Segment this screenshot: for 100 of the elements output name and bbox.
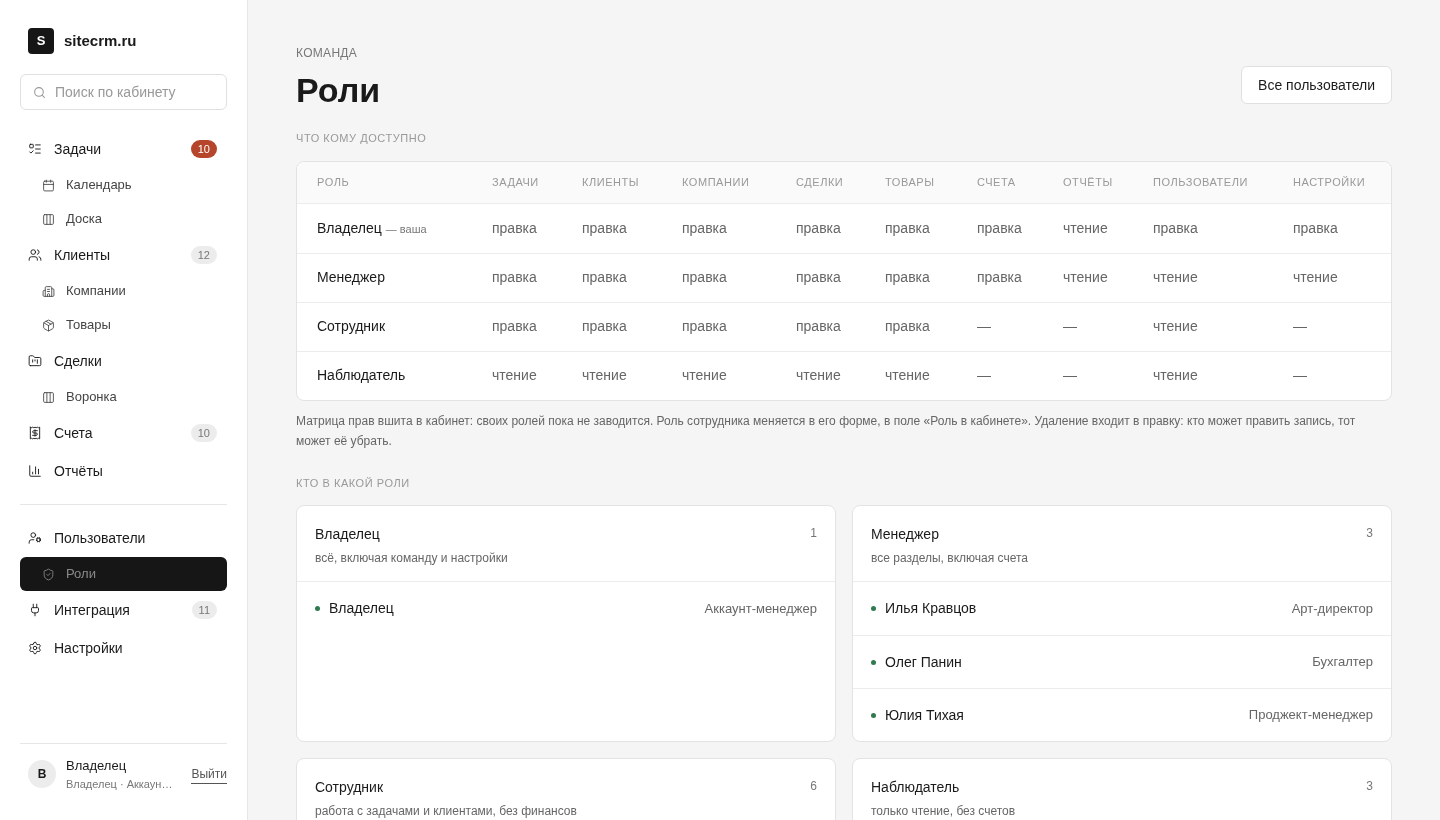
member-name: Владелец [329, 599, 395, 618]
member-name: Илья Кравцов [885, 599, 978, 618]
role-name: Менеджер [317, 268, 385, 287]
count-badge: 11 [191, 601, 217, 619]
access-cell-text: правка [682, 218, 728, 238]
access-cell-text: — [977, 366, 992, 385]
access-cell-text: чтение [1153, 366, 1199, 385]
calendar-icon [42, 178, 55, 192]
building-icon [42, 284, 55, 298]
access-cell-text: чтение [1063, 218, 1109, 238]
plug-icon [28, 603, 42, 617]
card-title: Наблюдатель [871, 778, 961, 797]
section-caption: КТО В КАКОЙ РОЛИ [296, 475, 411, 491]
access-cell-text: чтение [1063, 268, 1109, 287]
access-cell-text: правка [492, 218, 538, 238]
access-cell-text: правка [885, 317, 931, 336]
column-header: КОМПАНИИ [682, 174, 751, 190]
user-role: Владелец · Аккаун… [66, 776, 174, 792]
sidebar-item[interactable]: Сделки [20, 342, 227, 380]
role-note: — ваша [385, 221, 427, 237]
sidebar-item[interactable]: Воронка [20, 380, 227, 414]
access-cell-text: правка [492, 268, 538, 287]
member-count: 1 [810, 525, 817, 542]
search-icon [33, 86, 46, 99]
logout-link[interactable]: Выйти [191, 764, 227, 784]
access-cell-text: чтение [1153, 268, 1199, 287]
search-field[interactable]: Поиск по кабинету [20, 74, 227, 110]
count-badge: 10 [190, 424, 217, 442]
column-header: СДЕЛКИ [796, 174, 845, 190]
access-cell-text: правка [796, 317, 842, 336]
site-name: sitecrm.ru [64, 30, 137, 51]
access-cell-text: правка [885, 268, 931, 287]
columns-icon [42, 212, 55, 226]
access-cell-text: правка [796, 268, 842, 287]
card-subtitle: все разделы, включая счета [871, 550, 1028, 567]
sidebar-item[interactable]: Товары [20, 308, 227, 342]
card-title: Владелец [315, 525, 381, 544]
sidebar-item[interactable]: Клиенты 12 [20, 236, 227, 274]
section-caption: ЧТО КОМУ ДОСТУПНО [296, 131, 428, 146]
sidebar-item[interactable]: Календарь [20, 168, 227, 202]
sidebar-item[interactable]: Счета 10 [20, 414, 227, 452]
access-cell-text: правка [682, 317, 728, 336]
access-cell-text: чтение [682, 366, 728, 385]
sidebar-item[interactable]: Роли [20, 557, 227, 591]
sidebar-item[interactable]: Задачи 10 [20, 130, 227, 168]
access-cell-text: чтение [1293, 268, 1339, 287]
avatar: В [28, 760, 56, 788]
access-cell-text: — [977, 317, 992, 336]
member-count: 3 [1366, 778, 1373, 795]
access-cell-text: — [1293, 366, 1308, 385]
access-cell-text: правка [885, 218, 931, 238]
receipt-icon [28, 426, 42, 440]
column-header: ПОЛЬЗОВАТЕЛИ [1153, 174, 1249, 190]
sidebar-item[interactable]: Отчёты [20, 452, 227, 490]
access-cell-text: правка [492, 317, 538, 336]
users-icon [28, 248, 42, 262]
shield-check-icon [42, 567, 55, 581]
column-header: ОТЧЁТЫ [1063, 174, 1114, 190]
sidebar-item[interactable]: Интеграция 11 [20, 591, 227, 629]
settings-icon [28, 641, 42, 655]
access-cell-text: правка [582, 218, 628, 238]
member-position: Аккаунт-менеджер [704, 599, 817, 618]
page-title: Роли [296, 70, 381, 111]
column-header: СЧЕТА [977, 174, 1017, 190]
sidebar-item[interactable]: Компании [20, 274, 227, 308]
sidebar-item[interactable]: Доска [20, 202, 227, 236]
access-cell-text: правка [796, 218, 842, 238]
member-position: Арт-директор [1291, 599, 1373, 618]
matrix-footnote: Матрица прав вшита в кабинет: своих ролей пока не заводится. Роль сотрудника меняется в его форме, в поле «Роль в кабинете». Удаление входит в правку: кто может править запись, тот может её убрать. [296, 412, 1357, 450]
role-name: Владелец [317, 218, 382, 238]
role-name: Сотрудник [317, 317, 385, 336]
access-cell-text: чтение [796, 366, 842, 385]
bar-chart-icon [28, 464, 42, 478]
column-header: ЗАДАЧИ [492, 174, 540, 190]
access-cell-text: — [1063, 366, 1078, 385]
card-subtitle: только чтение, без счетов [871, 803, 1016, 820]
user-name: Владелец [66, 757, 128, 775]
page-eyebrow: КОМАНДА [296, 45, 359, 62]
folder-icon [28, 354, 42, 368]
access-cell-text: чтение [885, 366, 931, 385]
card-title: Сотрудник [315, 778, 384, 797]
access-cell-text: правка [582, 268, 628, 287]
user-gear-icon [28, 531, 42, 545]
count-badge: 12 [190, 246, 217, 264]
all-users-button[interactable]: Все пользователи [1241, 66, 1392, 104]
access-cell-text: чтение [492, 366, 538, 385]
access-cell-text: правка [977, 218, 1023, 238]
card-subtitle: работа с задачами и клиентами, без финансов [315, 803, 577, 820]
column-header: ТОВАРЫ [885, 174, 936, 190]
access-cell-text: правка [582, 317, 628, 336]
access-cell-text: правка [682, 268, 728, 287]
member-position: Проджект-менеджер [1248, 706, 1373, 725]
columns-icon [42, 390, 55, 404]
box-icon [42, 318, 55, 332]
access-cell-text: правка [1293, 218, 1339, 238]
sidebar-item[interactable]: Настройки [20, 629, 227, 667]
card-subtitle: всё, включая команду и настройки [315, 550, 508, 567]
sidebar-item[interactable]: Пользователи [20, 519, 227, 557]
access-cell-text: правка [1153, 218, 1199, 238]
access-cell-text: — [1063, 317, 1078, 336]
